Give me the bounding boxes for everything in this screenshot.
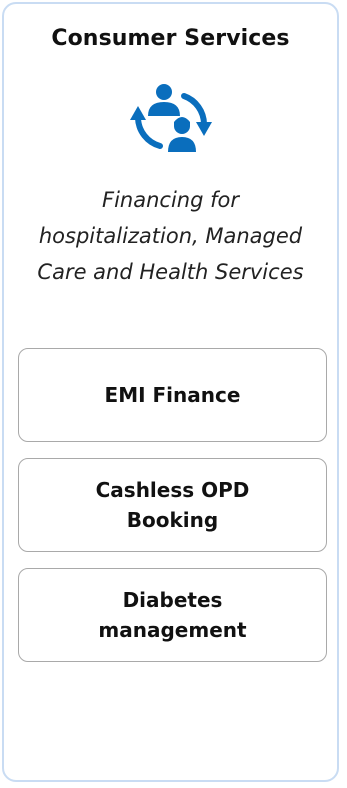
- card-description: Financing for hospitalization, Managed C…: [37, 188, 304, 284]
- card-title: Consumer Services: [51, 26, 290, 51]
- diabetes-management-button[interactable]: Diabetes management: [18, 568, 327, 662]
- service-label: Cashless OPD Booking: [95, 478, 250, 532]
- service-label: EMI Finance: [104, 383, 241, 407]
- consumer-services-card: Consumer Services Financing for hospital…: [2, 2, 339, 782]
- people-cycle-icon: [126, 82, 216, 158]
- cashless-opd-booking-button[interactable]: Cashless OPD Booking: [18, 458, 327, 552]
- service-label: Diabetes management: [98, 588, 247, 642]
- emi-finance-button[interactable]: EMI Finance: [18, 348, 327, 442]
